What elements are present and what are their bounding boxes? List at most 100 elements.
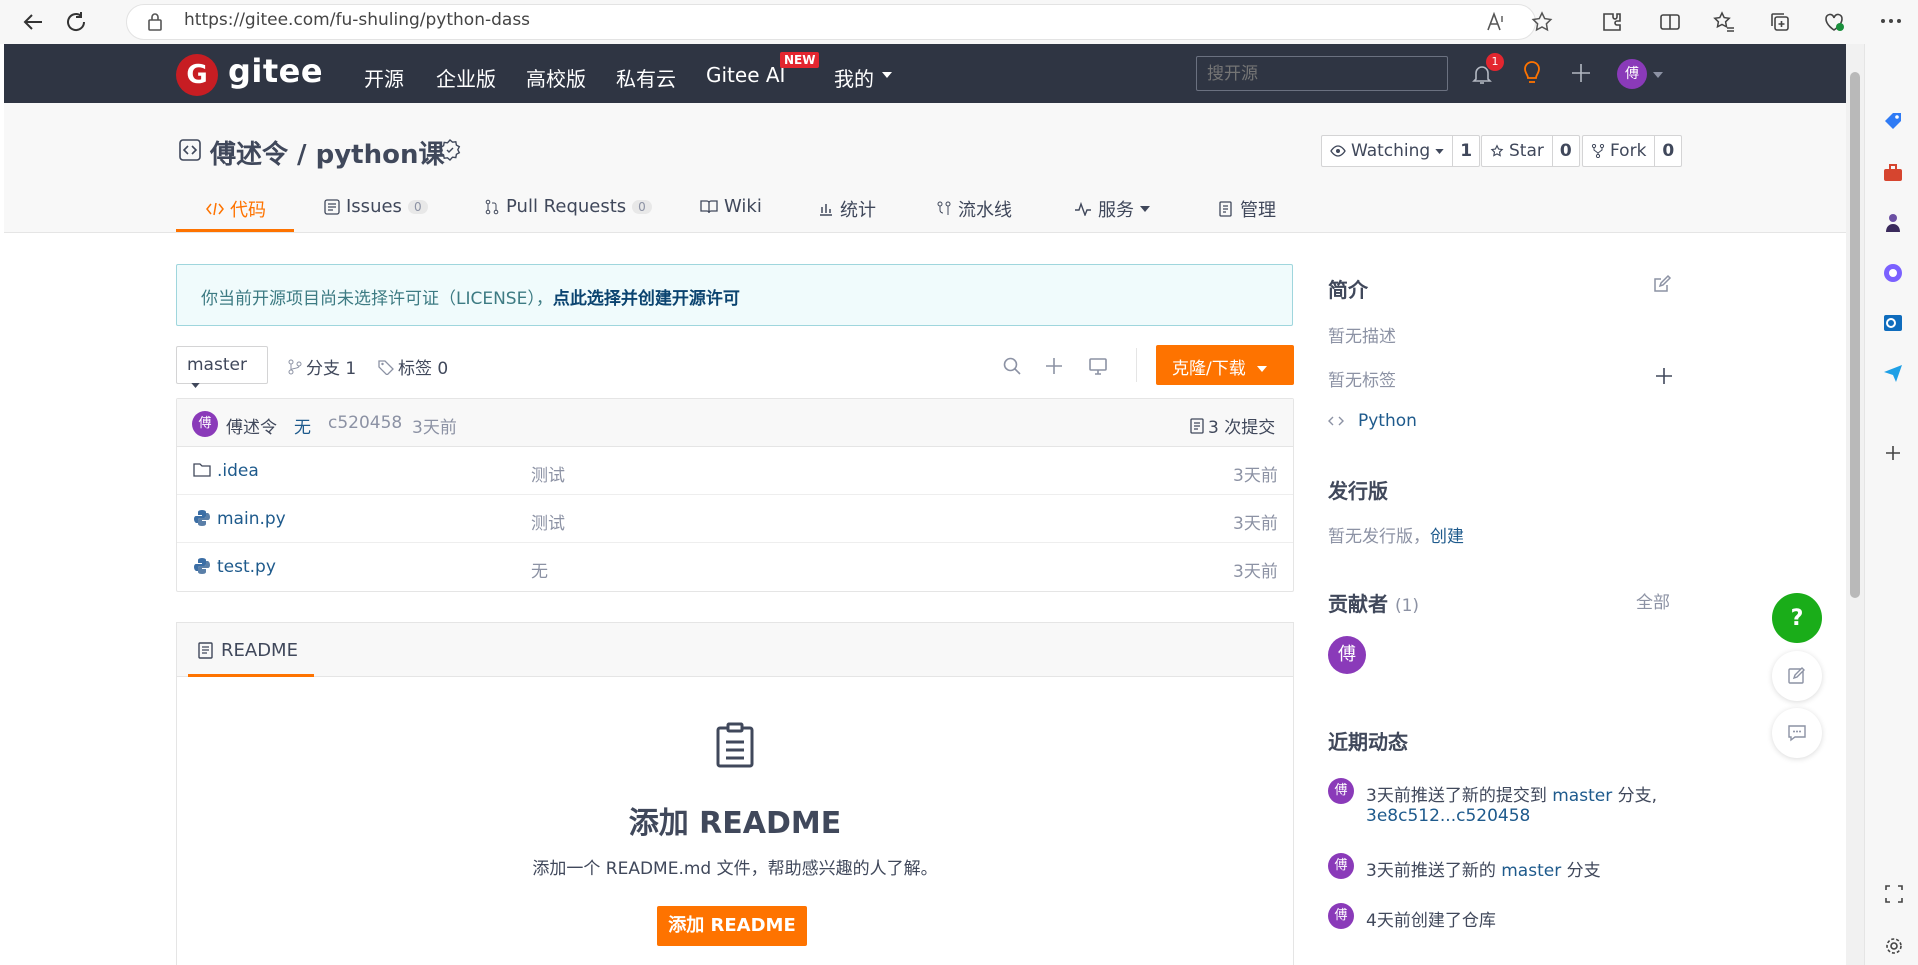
plus-icon[interactable] [1570, 62, 1592, 84]
python-file-icon [194, 558, 210, 574]
lock-icon[interactable] [146, 12, 164, 32]
license-notice: 你当前开源项目尚未选择许可证（LICENSE），点此选择并创建开源许可 [176, 264, 1293, 326]
favorites-icon[interactable] [1712, 10, 1736, 34]
user-avatar[interactable]: 傅 [1617, 59, 1647, 89]
add-readme-button[interactable]: 添加 README [657, 906, 807, 946]
edit-icon[interactable] [1652, 274, 1672, 294]
notification-badge: 1 [1486, 53, 1504, 71]
activity-avatar[interactable]: 傅 [1328, 903, 1354, 929]
create-release-link[interactable]: 创建 [1430, 527, 1464, 547]
search-input[interactable] [1196, 56, 1448, 91]
commit-message[interactable]: 无 [294, 413, 311, 438]
refresh-icon[interactable] [62, 8, 90, 36]
active-tab-indicator [176, 229, 294, 232]
activity-avatar[interactable]: 傅 [1328, 853, 1354, 879]
chat-button[interactable] [1772, 708, 1822, 758]
shopping-tag-icon[interactable] [1882, 110, 1904, 132]
sidebar-add-icon[interactable] [1884, 444, 1902, 462]
tab-stats[interactable]: 统计 [818, 196, 876, 222]
nav-link-education[interactable]: 高校版 [526, 63, 586, 92]
table-row[interactable]: test.py 无 3天前 [177, 543, 1293, 591]
branches-link[interactable]: 分支 1 [288, 354, 356, 379]
split-screen-icon[interactable] [1658, 10, 1682, 34]
book-icon [700, 199, 718, 213]
nav-link-mine[interactable]: 我的 [834, 63, 874, 92]
lightbulb-icon[interactable] [1520, 60, 1544, 86]
nav-link-enterprise[interactable]: 企业版 [436, 63, 496, 92]
commit-author[interactable]: 傅述令 [226, 413, 277, 438]
nav-link-gitee-ai[interactable]: Gitee AI [706, 63, 785, 87]
star-count[interactable]: 0 [1553, 141, 1579, 161]
feedback-button[interactable] [1772, 651, 1822, 701]
fork-count[interactable]: 0 [1655, 141, 1681, 161]
copilot-icon[interactable] [1882, 262, 1904, 284]
send-icon[interactable] [1882, 362, 1904, 384]
file-name[interactable]: main.py [217, 509, 286, 529]
file-commit-message[interactable]: 测试 [531, 461, 565, 486]
help-button[interactable]: ? [1772, 593, 1822, 643]
tab-services[interactable]: 服务 [1074, 196, 1150, 222]
all-contributors-link[interactable]: 全部 [1636, 588, 1670, 613]
branch-link[interactable]: master [1552, 786, 1612, 806]
fork-button[interactable]: Fork 0 [1582, 135, 1683, 167]
new-badge: NEW [780, 52, 820, 68]
tab-pipeline[interactable]: 流水线 [936, 196, 1012, 222]
tab-code[interactable]: 代码 [206, 196, 266, 222]
branch-link[interactable]: master [1501, 861, 1561, 881]
contributors-heading: 贡献者 (1) [1328, 592, 1420, 616]
add-tag-icon[interactable] [1655, 367, 1673, 385]
add-file-icon[interactable] [1044, 356, 1064, 376]
extensions-icon[interactable] [1600, 10, 1624, 34]
games-icon[interactable] [1882, 212, 1904, 234]
activity-item: 3天前推送了新的 master 分支 [1366, 861, 1601, 881]
collections-icon[interactable] [1768, 10, 1792, 34]
commit-count-link[interactable]: 3 次提交 [1190, 413, 1275, 438]
tags-link[interactable]: 标签 0 [378, 354, 448, 379]
tools-icon[interactable] [1882, 162, 1904, 184]
language-tag[interactable]: Python [1328, 411, 1417, 431]
outlook-icon[interactable] [1882, 312, 1904, 334]
readme-tab[interactable]: README [198, 640, 298, 661]
commit-author-avatar[interactable]: 傅 [192, 411, 218, 437]
search-icon[interactable] [1002, 356, 1022, 376]
contributor-avatar[interactable]: 傅 [1328, 636, 1366, 674]
create-license-link[interactable]: 点此选择并创建开源许可 [553, 289, 740, 309]
sidebar-settings-icon[interactable] [1884, 936, 1904, 956]
recommend-badge-icon[interactable] [438, 138, 462, 162]
tab-manage[interactable]: 管理 [1218, 196, 1276, 222]
file-commit-message[interactable]: 无 [531, 557, 548, 582]
activity-avatar[interactable]: 傅 [1328, 778, 1354, 804]
tab-wiki[interactable]: Wiki [700, 196, 762, 217]
scrollbar-thumb[interactable] [1850, 72, 1860, 598]
favorite-star-icon[interactable] [1530, 10, 1554, 34]
branch-select[interactable]: master [176, 346, 268, 388]
star-button[interactable]: Star 0 [1481, 135, 1580, 167]
commit-range-link[interactable]: 3e8c512...c520458 [1366, 806, 1530, 826]
nav-link-private-cloud[interactable]: 私有云 [616, 63, 676, 92]
gitee-logo-text[interactable]: gitee [228, 52, 323, 90]
star-icon [1490, 144, 1504, 157]
nav-link-opensource[interactable]: 开源 [364, 63, 404, 92]
tab-issues[interactable]: Issues 0 [324, 196, 428, 217]
file-commit-message[interactable]: 测试 [531, 509, 565, 534]
gitee-logo-icon[interactable]: G [176, 54, 218, 96]
table-row[interactable]: main.py 测试 3天前 [177, 495, 1293, 543]
chevron-down-icon [1435, 148, 1444, 154]
file-name[interactable]: .idea [217, 461, 259, 481]
sidebar-screenshot-icon[interactable] [1884, 884, 1904, 904]
read-aloud-icon[interactable] [1484, 10, 1508, 34]
chevron-down-icon[interactable] [1653, 72, 1663, 78]
watch-count[interactable]: 1 [1453, 141, 1479, 161]
repo-code-icon [178, 138, 202, 162]
repo-title[interactable]: 傅述令 / python课 [210, 134, 444, 171]
table-row[interactable]: .idea 测试 3天前 [177, 447, 1293, 495]
file-name[interactable]: test.py [217, 557, 276, 577]
browser-essentials-icon[interactable] [1822, 10, 1846, 34]
web-ide-icon[interactable] [1088, 357, 1108, 375]
clone-download-button[interactable]: 克隆/下载 [1156, 345, 1294, 385]
watch-button[interactable]: Watching 1 [1321, 135, 1481, 167]
more-menu-icon[interactable] [1880, 18, 1902, 24]
commit-hash[interactable]: c520458 [328, 413, 402, 433]
tab-pull-requests[interactable]: Pull Requests 0 [484, 196, 652, 217]
back-icon[interactable] [20, 8, 48, 36]
